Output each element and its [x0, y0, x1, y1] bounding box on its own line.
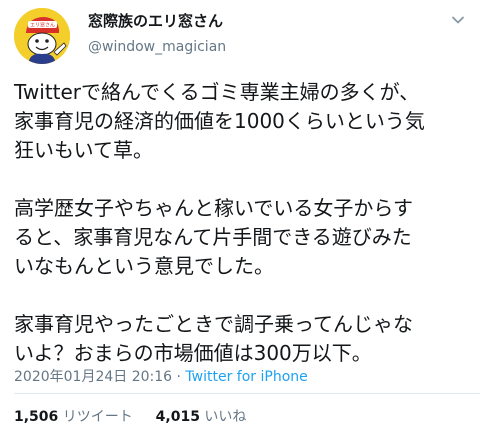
- retweets-label: リツイート: [62, 409, 133, 425]
- avatar[interactable]: エリ窓さん: [14, 8, 70, 64]
- likes-count: 4,015: [155, 409, 200, 425]
- retweets-stat[interactable]: 1,506 リツイート: [14, 409, 137, 425]
- likes-stat[interactable]: 4,015 いいね: [156, 409, 247, 425]
- retweets-count: 1,506: [14, 409, 59, 425]
- likes-label: いいね: [204, 409, 247, 425]
- chevron-down-icon[interactable]: [450, 12, 466, 28]
- tweet-header: エリ窓さん 窓際族のエリ窓さん @window_magician: [0, 0, 480, 70]
- avatar-badge-text: エリ窓さん: [30, 22, 55, 29]
- tweet-text: Twitterで絡んでくるゴミ専業主婦の多くが、 家事育児の経済的価値を1000…: [14, 78, 470, 368]
- avatar-character-icon: エリ窓さん: [14, 8, 70, 64]
- divider: [14, 393, 480, 394]
- display-name[interactable]: 窓際族のエリ窓さん: [88, 12, 223, 30]
- meta-separator: ·: [172, 369, 186, 385]
- tweet-meta: 2020年01月24日 20:16 · Twitter for iPhone: [14, 368, 308, 386]
- tweet-paragraph: 家事育児やったごときで調子乗ってんじゃな いよ？おまらの市場価値は300万以下。: [14, 312, 413, 365]
- tweet-timestamp[interactable]: 2020年01月24日 20:16: [14, 369, 172, 385]
- tweet-paragraph: 高学歴女子やちゃんと稼いでいる女子からす ると、家事育児なんて片手間できる遊びみ…: [14, 196, 413, 278]
- tweet-source-link[interactable]: Twitter for iPhone: [185, 369, 307, 385]
- user-handle[interactable]: @window_magician: [88, 38, 226, 56]
- tweet-stats: 1,506 リツイート 4,015 いいね: [14, 408, 246, 426]
- tweet-paragraph: Twitterで絡んでくるゴミ専業主婦の多くが、 家事育児の経済的価値を1000…: [14, 80, 425, 162]
